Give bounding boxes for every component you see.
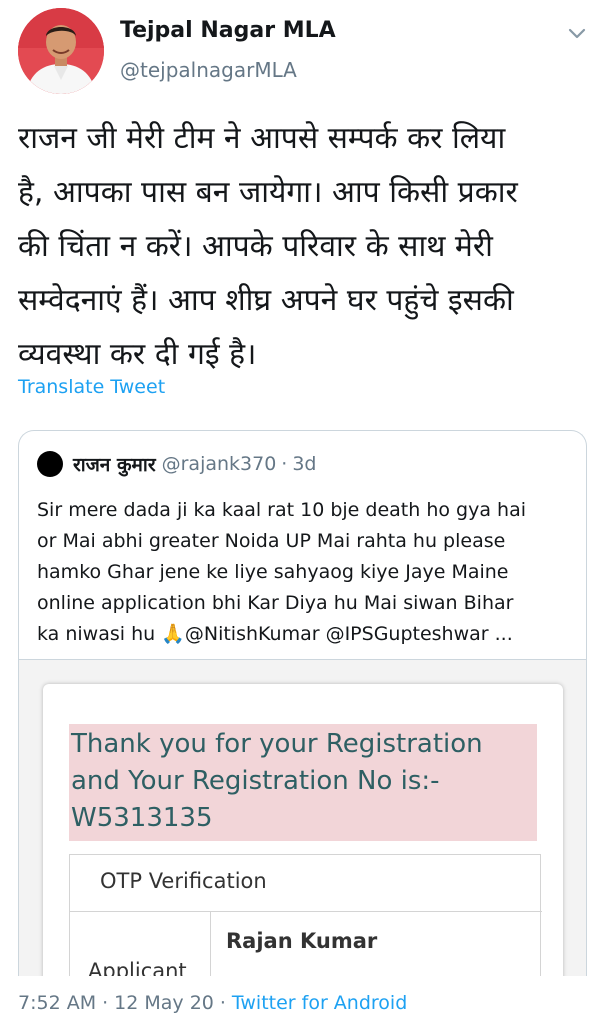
quoted-tweet-text: Sir mere dada ji ka kaal rat 10 bje deat… [37,495,577,650]
otp-verification-table: OTP Verification Rajan Kumar Applicant [69,854,542,976]
applicant-name: Rajan Kumar [226,929,378,953]
tweet-screen: Tejpal Nagar MLA @tejpalnagarMLA राजन जी… [0,0,605,1024]
tweet-line: है, आपका पास बन जायेगा। आप किसी प्रकार [18,175,518,210]
tweet-line: राजन जी मेरी टीम ने आपसे सम्पर्क कर लिया [18,121,506,156]
tweet-line: व्यवस्था कर दी गई है। [18,337,257,372]
meta-separator: · [219,992,226,1014]
quoted-line: or Mai abhi greater Noida UP Mai rahta h… [37,530,506,552]
otp-verification-label: OTP Verification [100,869,267,893]
registration-number: W5313135 [71,803,213,833]
quoted-tweet-header: राजन कुमार @rajank370 · 3d [37,451,317,477]
applicant-label: Applicant [88,959,187,976]
table-divider [70,911,542,912]
registration-line: Thank you for your Registration [71,729,483,759]
translate-tweet-link[interactable]: Translate Tweet [18,376,165,398]
author-avatar[interactable] [18,8,104,94]
quoted-author-name: राजन कुमार [73,454,156,476]
registration-card: Thank you for your Registration and Your… [43,684,563,976]
quoted-line: hamko Ghar jene ke liye sahyaog kiye Jay… [37,561,509,583]
registration-message: Thank you for your Registration and Your… [69,724,537,841]
meta-separator: · [102,992,109,1014]
tweet-time: 7:52 AM [18,992,97,1014]
quoted-line: online application bhi Kar Diya hu Mai s… [37,592,514,614]
tweet-line: सम्वेदनाएं हैं। आप शीघ्र अपने घर पहुंचे … [18,283,514,318]
tweet-meta: 7:52 AM · 12 May 20 · Twitter for Android [18,992,407,1014]
tweet-date: 12 May 20 [114,992,214,1014]
quoted-line: Sir mere dada ji ka kaal rat 10 bje deat… [37,499,526,521]
quoted-author-avatar [37,451,63,477]
tweet-header: Tejpal Nagar MLA @tejpalnagarMLA [0,0,605,100]
author-photo [18,8,104,94]
quoted-line: ka niwasi hu 🙏@NitishKumar @IPSGupteshwa… [37,623,513,645]
quoted-separator: · [281,453,288,475]
chevron-down-icon[interactable] [566,22,588,44]
tweet-line: की चिंता न करें। आपके परिवार के साथ मेरी [18,229,493,264]
quoted-tweet[interactable]: राजन कुमार @rajank370 · 3d Sir mere dada… [18,430,587,976]
tweet-footer: 7:52 AM · 12 May 20 · Twitter for Android [0,976,605,1024]
tweet-source-link[interactable]: Twitter for Android [232,992,407,1014]
quoted-media-image[interactable]: Thank you for your Registration and Your… [19,659,586,976]
author-name[interactable]: Tejpal Nagar MLA [120,18,336,43]
author-handle[interactable]: @tejpalnagarMLA [120,58,297,82]
tweet-text: राजन जी मेरी टीम ने आपसे सम्पर्क कर लिया… [18,112,593,382]
table-column-divider [210,911,211,976]
quoted-timestamp: 3d [292,453,317,475]
registration-line: and Your Registration No is:- [71,766,440,796]
quoted-author-handle: @rajank370 [161,453,277,475]
